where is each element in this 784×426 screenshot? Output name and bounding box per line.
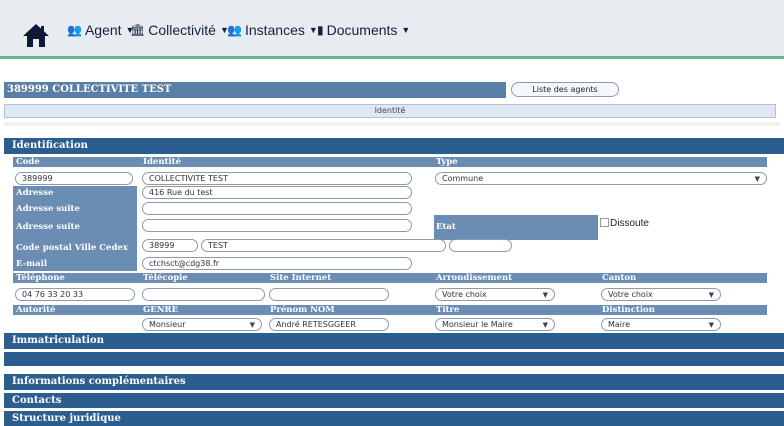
chevron-down-icon: ▼ [708,321,714,329]
label-canton: Canton [602,273,637,283]
collectivite-title-bar: 389999 COLLECTIVITE TEST [4,82,506,98]
label-prenom-nom: Prénom NOM [270,305,335,315]
distinction-select[interactable]: Maire ▼ [601,318,721,331]
label-identite: Identité [143,157,181,167]
adresse-suite-2-input[interactable] [142,219,412,232]
label-titre: Titre [436,305,460,315]
label-adresse-suite: Adresse suite [16,204,80,214]
type-select-value: Commune [442,174,484,183]
liste-agents-button[interactable]: Liste des agents [511,82,619,97]
chevron-down-icon: ▼ [249,321,255,329]
nav-collectivite-menu[interactable]: 🏛 Collectivité ▼ [130,20,229,40]
tab-identite[interactable]: Identité [4,104,776,118]
adresse-suite-input[interactable] [142,202,412,215]
nav-instances-menu[interactable]: 👥 Instances ▼ [227,20,318,40]
caret-down-icon: ▼ [401,25,411,35]
genre-value: Monsieur [149,320,186,329]
divider [4,122,780,126]
chevron-down-icon: ▼ [542,291,548,299]
label-row-contact [13,273,767,283]
nav-agent-menu[interactable]: 👥 Agent ▼ [67,20,134,40]
nav-agent-label: Agent [84,22,122,38]
arrondissement-select[interactable]: Votre choix ▼ [435,288,555,301]
label-arrondissement: Arrondissement [436,273,513,283]
label-telephone: Téléphone [16,273,65,283]
section-immatriculation[interactable]: Immatriculation [4,333,784,349]
nav-documents-label: Documents [326,22,398,38]
label-distinction: Distinction [602,305,655,315]
section-informations-complementaires[interactable]: Informations complémentaires [4,374,784,390]
label-telecopie: Télécopie [143,273,188,283]
titre-value: Monsieur le Maire [442,320,513,329]
label-dissoute: Dissoute [610,218,649,229]
cedex-input[interactable] [449,239,512,252]
chevron-down-icon: ▼ [542,321,548,329]
prenom-nom-input[interactable]: André RETESGGEER [269,318,389,331]
nav-collectivite-label: Collectivité [148,22,216,38]
people-icon: 👥 [67,23,82,37]
identite-input[interactable]: COLLECTIVITE TEST [142,172,412,185]
titre-select[interactable]: Monsieur le Maire ▼ [435,318,555,331]
genre-select[interactable]: Monsieur ▼ [142,318,262,331]
section-identification[interactable]: Identification [4,138,784,154]
distinction-value: Maire [608,320,631,329]
section-blank[interactable] [4,352,784,366]
top-nav-bar: 👥 Agent ▼ 🏛 Collectivité ▼ 👥 Instances ▼… [0,0,784,59]
chevron-down-icon: ▼ [708,291,714,299]
canton-value: Votre choix [608,290,653,299]
document-icon: ▮ [317,23,324,37]
label-autorite: Autorité [16,305,56,315]
telecopie-input[interactable] [142,288,265,301]
code-postal-input[interactable]: 38999 [142,239,198,252]
dissoute-checkbox[interactable] [600,218,609,227]
label-adresse: Adresse [16,188,54,198]
group-icon: 👥 [227,23,242,37]
label-code: Code [16,157,40,167]
label-row-1 [13,157,767,167]
ville-input[interactable]: TEST [201,239,446,252]
chevron-down-icon: ▼ [754,175,760,183]
label-type: Type [436,157,458,167]
site-internet-input[interactable] [269,288,389,301]
label-etat: Etat [436,222,456,232]
label-code-postal-ville: Code postal Ville Cedex [16,243,128,253]
building-icon: 🏛 [130,23,146,37]
adresse-input[interactable]: 416 Rue du test [142,186,412,199]
canton-select[interactable]: Votre choix ▼ [601,288,721,301]
home-icon[interactable] [21,22,51,48]
code-input[interactable]: 389999 [15,172,133,185]
section-structure-juridique[interactable]: Structure juridique [4,411,784,426]
etat-label-block [434,215,598,240]
type-select[interactable]: Commune ▼ [435,172,767,185]
nav-instances-label: Instances [244,22,305,38]
label-adresse-suite-2: Adresse suite [16,222,80,232]
label-site-internet: Site Internet [270,273,332,283]
email-input[interactable]: ctchsct@cdg38.fr [142,257,412,270]
nav-documents-menu[interactable]: ▮ Documents ▼ [317,20,410,40]
label-genre: GENRE [143,305,179,315]
label-email: E-mail [16,259,48,269]
section-contacts[interactable]: Contacts [4,393,784,408]
telephone-input[interactable]: 04 76 33 20 33 [15,288,135,301]
arrondissement-value: Votre choix [442,290,487,299]
